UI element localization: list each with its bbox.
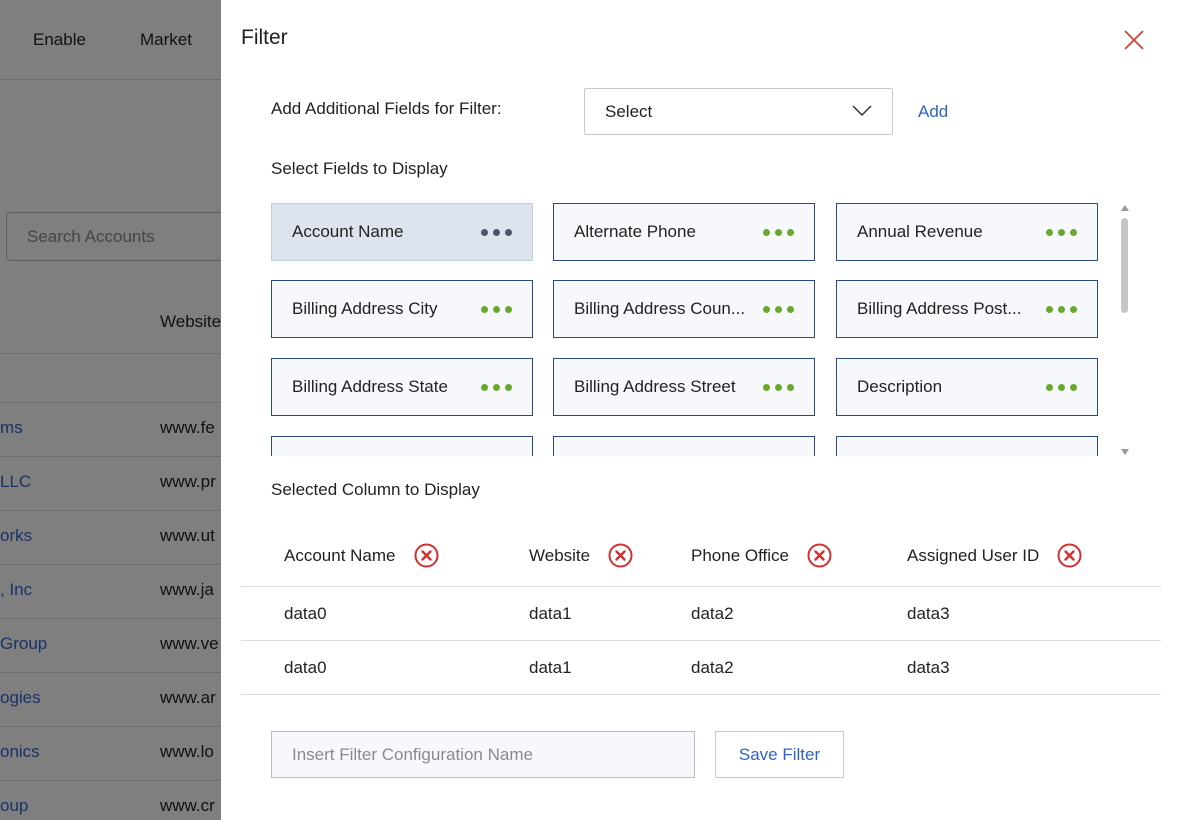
field-card-label: Billing Address Street bbox=[574, 377, 736, 396]
table-cell: data2 bbox=[691, 604, 734, 623]
table-row: data0 data1 data2 data3 bbox=[241, 641, 1161, 695]
field-card[interactable]: Billing Address City bbox=[271, 280, 533, 338]
display-fields-label: Select Fields to Display bbox=[271, 159, 448, 178]
field-card-label: Annual Revenue bbox=[857, 222, 983, 241]
selected-columns-label: Selected Column to Display bbox=[271, 480, 480, 499]
field-grid: Account Name Alternate Phone Annual Revenu… bbox=[271, 203, 1131, 456]
column-header-label: Assigned User ID bbox=[907, 545, 1040, 565]
column-header-label: Account Name bbox=[284, 545, 396, 565]
scroll-thumb[interactable] bbox=[1121, 218, 1128, 313]
table-row: data0 data1 data2 data3 bbox=[241, 587, 1161, 641]
filter-config-name-input[interactable] bbox=[271, 731, 695, 778]
field-card-label: Billing Address Post... bbox=[857, 299, 1022, 318]
field-card[interactable]: Billing Address Street bbox=[553, 358, 815, 416]
field-card-label: Billing Address State bbox=[292, 377, 448, 396]
field-card[interactable] bbox=[836, 436, 1098, 456]
column-header: Phone Office bbox=[691, 543, 832, 568]
close-icon[interactable] bbox=[1121, 27, 1147, 53]
table-cell: data1 bbox=[529, 604, 572, 623]
remove-column-icon[interactable] bbox=[1057, 543, 1082, 568]
more-options-icon[interactable] bbox=[481, 305, 512, 313]
table-cell: data3 bbox=[907, 604, 950, 623]
more-options-icon[interactable] bbox=[763, 228, 794, 236]
field-card[interactable]: Alternate Phone bbox=[553, 203, 815, 261]
table-cell: data0 bbox=[284, 604, 327, 623]
table-cell: data1 bbox=[529, 658, 572, 677]
field-card-label: Account Name bbox=[292, 222, 404, 241]
more-options-icon[interactable] bbox=[763, 383, 794, 391]
selected-columns-table: Account Name Website Phone Office Assigned … bbox=[241, 525, 1161, 695]
table-cell: data0 bbox=[284, 658, 327, 677]
more-options-icon[interactable] bbox=[763, 305, 794, 313]
field-card[interactable] bbox=[553, 436, 815, 456]
column-header: Website bbox=[529, 543, 633, 568]
add-field-link[interactable]: Add bbox=[918, 102, 948, 122]
field-card-label: Billing Address City bbox=[292, 299, 438, 318]
add-fields-label: Add Additional Fields for Filter: bbox=[271, 99, 502, 118]
column-header-label: Website bbox=[529, 545, 591, 565]
field-card[interactable] bbox=[271, 436, 533, 456]
more-options-icon[interactable] bbox=[1046, 383, 1077, 391]
column-header-label: Phone Office bbox=[691, 545, 789, 565]
select-value: Select bbox=[605, 101, 653, 121]
column-header: Assigned User ID bbox=[907, 543, 1082, 568]
scroll-up-arrow-icon[interactable] bbox=[1121, 205, 1129, 211]
table-cell: data2 bbox=[691, 658, 734, 677]
chevron-down-icon bbox=[852, 102, 872, 122]
field-card[interactable]: Billing Address State bbox=[271, 358, 533, 416]
table-header: Account Name Website Phone Office Assigned … bbox=[241, 525, 1161, 587]
field-card[interactable]: Description bbox=[836, 358, 1098, 416]
more-options-icon[interactable] bbox=[481, 228, 512, 236]
filter-modal: Filter Add Additional Fields for Filter:… bbox=[221, 0, 1181, 820]
field-card-label: Alternate Phone bbox=[574, 222, 696, 241]
field-card-label: Description bbox=[857, 377, 943, 396]
modal-title: Filter bbox=[241, 26, 288, 49]
save-filter-button[interactable]: Save Filter bbox=[715, 731, 844, 778]
field-grid-scrollbar[interactable] bbox=[1118, 205, 1132, 455]
remove-column-icon[interactable] bbox=[414, 543, 439, 568]
scroll-down-arrow-icon[interactable] bbox=[1121, 449, 1129, 455]
additional-fields-select[interactable]: Select bbox=[584, 88, 893, 135]
field-card[interactable]: Billing Address Coun... bbox=[553, 280, 815, 338]
more-options-icon[interactable] bbox=[481, 383, 512, 391]
more-options-icon[interactable] bbox=[1046, 305, 1077, 313]
field-card-label: Billing Address Coun... bbox=[574, 299, 746, 318]
remove-column-icon[interactable] bbox=[608, 543, 633, 568]
table-cell: data3 bbox=[907, 658, 950, 677]
field-card[interactable]: Account Name bbox=[271, 203, 533, 261]
more-options-icon[interactable] bbox=[1046, 228, 1077, 236]
column-header: Account Name bbox=[284, 543, 439, 568]
remove-column-icon[interactable] bbox=[807, 543, 832, 568]
field-card[interactable]: Annual Revenue bbox=[836, 203, 1098, 261]
field-card[interactable]: Billing Address Post... bbox=[836, 280, 1098, 338]
